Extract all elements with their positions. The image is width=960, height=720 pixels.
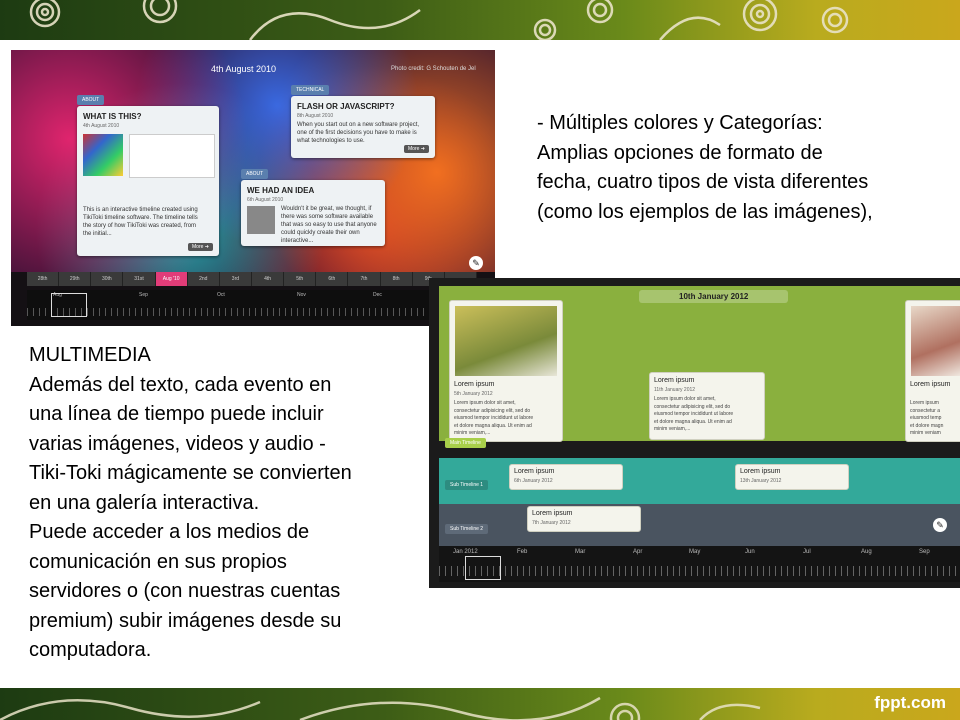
date-cell[interactable]: 8th	[380, 272, 413, 286]
category-tag: ABOUT	[77, 95, 105, 105]
card-body: Lorem ipsum dolor sit amet, consectetur a…	[454, 400, 534, 436]
more-button[interactable]: More ➜	[404, 145, 429, 153]
month-label: Mar	[575, 549, 586, 555]
event-card: Lorem ipsum 11th January 2012 Lorem ipsu…	[649, 372, 765, 440]
month-label: May	[689, 549, 701, 555]
features-text: - Múltiples colores y Categorías: Amplia…	[537, 112, 873, 223]
card-date: 6th August 2010	[247, 197, 284, 203]
card-date: 8th August 2010	[297, 113, 334, 119]
top-decorative-band	[0, 0, 960, 40]
month-label: Jul	[803, 549, 811, 555]
timeline-screenshot-1: 4th August 2010 Photo credit: G Schouten…	[11, 50, 495, 326]
card-date: 7th January 2012	[532, 520, 571, 526]
settings-wrench-icon[interactable]: ✎	[933, 518, 947, 532]
month-label: Jan 2012	[453, 549, 478, 555]
card-date: 5th January 2012	[454, 391, 493, 397]
month-label: Apr	[633, 549, 643, 555]
photo-credit: Photo credit: G Schouten de Jel	[391, 66, 476, 72]
tick-marks	[27, 308, 477, 316]
date-cell[interactable]: 4th	[251, 272, 285, 286]
card-heading: Lorem ipsum	[910, 381, 951, 388]
category-tag: TECHNICAL	[291, 85, 330, 95]
event-card-partial: Lorem ipsum Lorem ipsum consectetur a eiu…	[905, 300, 960, 442]
card-date: 4th August 2010	[83, 123, 120, 129]
multimedia-text: MULTIMEDIA Además del texto, cada evento…	[29, 344, 352, 661]
card-body: Lorem ipsum consectetur a eiusmod temp et …	[910, 400, 944, 436]
date-cell[interactable]: 31st	[123, 272, 156, 286]
main-timeline-band: 10th January 2012 Lorem ipsum 5th Januar…	[439, 286, 960, 442]
month-label: Sep	[139, 292, 148, 298]
card-date: 11th January 2012	[654, 387, 696, 393]
sub-timeline-2-label[interactable]: Sub Timeline 2	[445, 524, 489, 534]
event-card: Lorem ipsum 5th January 2012 Lorem ipsum…	[449, 300, 563, 442]
month-label: Jun	[745, 549, 755, 555]
brand-logo: fppt.com	[874, 693, 946, 712]
date-cell[interactable]: 5th	[284, 272, 317, 286]
event-card: Lorem ipsum 6th January 2012	[509, 464, 623, 490]
painting-image	[455, 306, 557, 376]
date-cell[interactable]: 6th	[316, 272, 349, 286]
month-navigator[interactable]: Aug Sep Oct Nov Dec	[27, 290, 477, 320]
bottom-decorative-band: fppt.com	[0, 688, 960, 720]
month-label: Feb	[517, 549, 528, 555]
tick-marks	[439, 566, 960, 576]
card-heading: WHAT IS THIS?	[83, 112, 142, 121]
date-cell[interactable]: 30th	[91, 272, 124, 286]
more-button[interactable]: More ➜	[188, 243, 213, 251]
view-window-handle[interactable]	[465, 556, 501, 580]
month-label: Dec	[373, 292, 382, 298]
swirl-pattern-icon	[0, 696, 761, 720]
event-card: Lorem ipsum 13th January 2012	[735, 464, 849, 490]
month-label: Nov	[297, 292, 306, 298]
settings-wrench-icon[interactable]: ✎	[469, 256, 483, 270]
card-heading: WE HAD AN IDEA	[247, 186, 315, 195]
date-cell[interactable]: 2nd	[187, 272, 220, 286]
date-cell-active[interactable]: Aug '10	[155, 272, 188, 286]
swirl-pattern-icon	[29, 0, 849, 40]
date-cell[interactable]: 7th	[348, 272, 381, 286]
month-label: Sep	[919, 549, 930, 555]
card-body: Wouldn't it be great, we thought, if ther…	[281, 206, 377, 244]
view-window-handle[interactable]	[51, 293, 87, 317]
card-body: Lorem ipsum dolor sit amet, consectetur a…	[654, 396, 734, 432]
thumbnail-image	[129, 134, 215, 178]
main-timeline-label[interactable]: Main Timeline	[445, 438, 486, 448]
month-label: Aug	[861, 549, 872, 555]
sub-timeline-1-label[interactable]: Sub Timeline 1	[445, 480, 489, 490]
event-card: ABOUT WE HAD AN IDEA 6th August 2010 Wou…	[241, 169, 385, 246]
timeline-screenshot-2: 10th January 2012 Lorem ipsum 5th Januar…	[429, 278, 960, 588]
card-heading: FLASH OR JAVASCRIPT?	[297, 102, 395, 111]
timeline-date-title: 10th January 2012	[639, 290, 789, 303]
photo-thumbnail	[247, 206, 275, 234]
date-cell[interactable]: 29th	[59, 272, 92, 286]
candy-image	[83, 134, 123, 176]
card-heading: Lorem ipsum	[654, 377, 695, 384]
category-tag: ABOUT	[241, 169, 269, 179]
event-card: Lorem ipsum 7th January 2012	[527, 506, 641, 532]
month-label: Oct	[217, 292, 225, 298]
event-card: TECHNICAL FLASH OR JAVASCRIPT? 8th Augus…	[291, 85, 435, 158]
photo-image	[911, 306, 960, 376]
date-cell[interactable]: 28th	[27, 272, 60, 286]
sub-timeline-1-band: Sub Timeline 1 Lorem ipsum 6th January 2…	[439, 458, 960, 504]
card-heading: Lorem ipsum	[740, 468, 781, 475]
timeline-date-title: 4th August 2010	[211, 64, 277, 74]
card-body: When you start out on a new software pro…	[297, 122, 420, 144]
card-body: This is an interactive timeline created …	[83, 207, 198, 237]
sub-timeline-2-band: Sub Timeline 2 Lorem ipsum 7th January 2…	[439, 504, 960, 546]
card-heading: Lorem ipsum	[454, 381, 495, 388]
event-card: ABOUT WHAT IS THIS? 4th August 2010 This…	[77, 95, 219, 256]
card-date: 13th January 2012	[740, 478, 782, 484]
month-navigator[interactable]: Jan 2012 Feb Mar Apr May Jun Jul Aug Sep	[439, 546, 960, 582]
card-heading: Lorem ipsum	[514, 468, 555, 475]
card-heading: Lorem ipsum	[532, 510, 573, 517]
card-date: 6th January 2012	[514, 478, 553, 484]
date-strip: 28th 29th 30th 31st Aug '10 2nd 3rd 4th …	[27, 272, 477, 286]
date-cell[interactable]: 3rd	[219, 272, 252, 286]
